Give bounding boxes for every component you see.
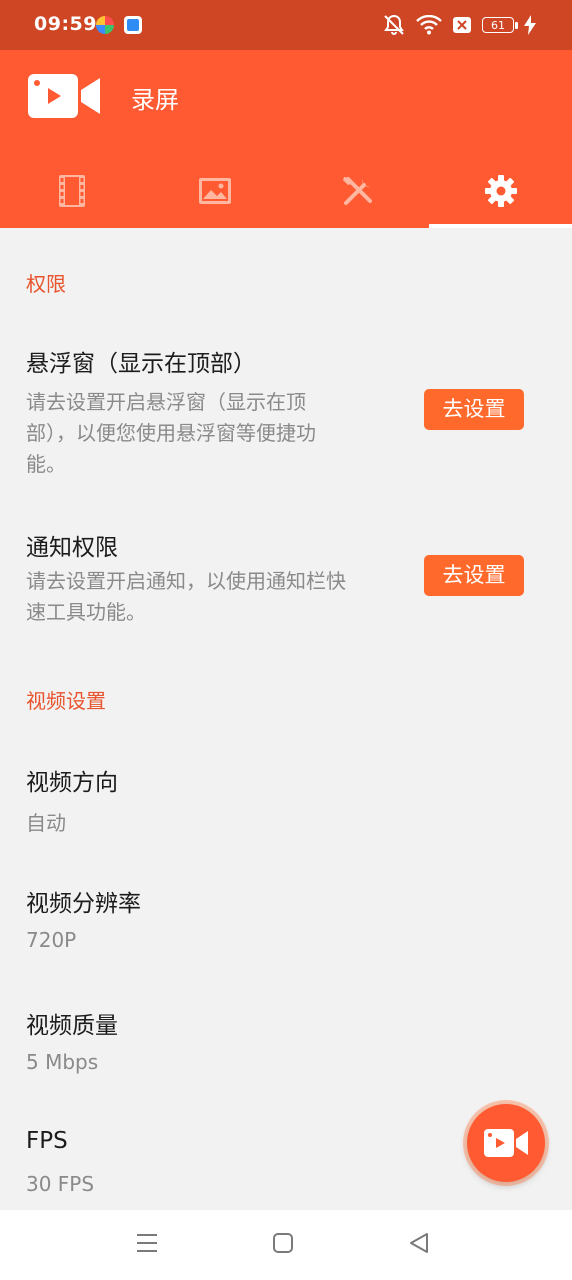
image-icon (198, 178, 231, 204)
status-time: 09:59 (34, 13, 97, 35)
section-header-permissions: 权限 (26, 272, 66, 296)
notification-desc-line1: 请去设置开启通知，以使用通知栏快 (26, 569, 346, 593)
film-icon (58, 175, 85, 207)
app-notification-icon (96, 16, 114, 34)
fps-title: FPS (26, 1128, 68, 1154)
no-sim-icon (453, 17, 471, 33)
mute-bell-icon (384, 14, 404, 35)
tab-tools[interactable] (286, 154, 429, 228)
video-resolution-value: 720P (26, 928, 77, 952)
video-camera-icon (484, 1129, 528, 1157)
tools-icon (342, 177, 372, 205)
status-bar: 09:59 61 (0, 0, 572, 50)
notification-desc-line2: 速工具功能。 (26, 600, 146, 624)
fps-value: 30 FPS (26, 1172, 95, 1196)
video-orientation-value: 自动 (26, 811, 66, 835)
menu-icon[interactable] (136, 1232, 158, 1254)
video-orientation-title: 视频方向 (26, 770, 118, 796)
battery-icon: 61 (482, 17, 518, 33)
tab-images[interactable] (143, 154, 286, 228)
app-bar: 录屏 (0, 50, 572, 228)
video-quality-title: 视频质量 (26, 1013, 118, 1039)
floating-window-desc: 请去设置开启悬浮窗（显示在顶 部），以便您使用悬浮窗等便捷功 能。 (26, 387, 386, 480)
tab-videos[interactable] (0, 154, 143, 228)
floating-window-desc-line3: 能。 (26, 452, 66, 476)
floating-window-desc-line1: 请去设置开启悬浮窗（显示在顶 (26, 390, 306, 414)
floating-window-desc-line2: 部），以便您使用悬浮窗等便捷功 (26, 421, 316, 445)
app-logo-icon (28, 74, 100, 118)
video-resolution-title: 视频分辨率 (26, 891, 141, 917)
tab-settings[interactable] (429, 154, 572, 228)
notification-title: 通知权限 (26, 535, 118, 561)
tab-bar (0, 154, 572, 228)
floating-record-button[interactable] (467, 1104, 545, 1182)
app-notification-icon-2 (124, 16, 142, 34)
wifi-icon (416, 15, 442, 35)
video-quality-value: 5 Mbps (26, 1050, 99, 1074)
floating-window-title: 悬浮窗（显示在顶部） (26, 351, 256, 377)
charging-icon (524, 15, 536, 35)
home-icon[interactable] (272, 1232, 294, 1254)
back-icon[interactable] (408, 1232, 430, 1254)
section-header-video: 视频设置 (26, 689, 106, 713)
system-nav-bar (0, 1210, 572, 1280)
notification-desc: 请去设置开启通知，以使用通知栏快 速工具功能。 (26, 566, 386, 628)
app-title: 录屏 (131, 86, 179, 114)
gear-icon (484, 175, 517, 207)
status-icons: 61 (382, 12, 536, 38)
floating-window-settings-button[interactable]: 去设置 (424, 389, 524, 430)
notification-settings-button[interactable]: 去设置 (424, 555, 524, 596)
